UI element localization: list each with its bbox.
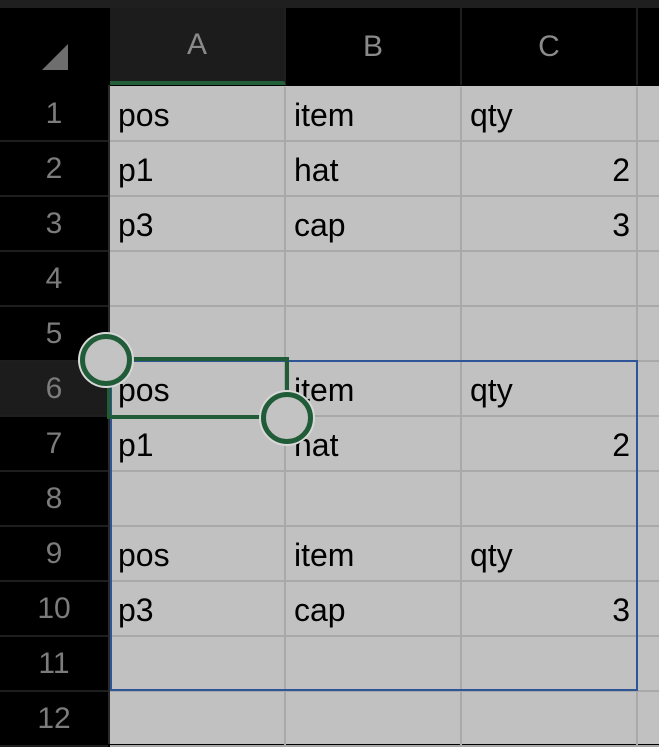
row-header-10[interactable]: 10: [0, 582, 108, 637]
cell-c7[interactable]: 2: [462, 417, 638, 472]
cell-b4[interactable]: [286, 252, 462, 307]
column-header-a[interactable]: A: [110, 8, 286, 85]
cell-c8[interactable]: [462, 472, 638, 527]
cell-grid[interactable]: pos item qty p1 hat 2 p3 cap 3 pos item qty p1 hat 2 po…: [110, 86, 659, 747]
cell-b8[interactable]: [286, 472, 462, 527]
row-header-11[interactable]: 11: [0, 637, 108, 692]
cell-b12[interactable]: [286, 692, 462, 747]
cell-c6[interactable]: qty: [462, 362, 638, 417]
cell-a10[interactable]: p3: [110, 582, 286, 637]
row-header-1[interactable]: 1: [0, 87, 108, 142]
row-header-9[interactable]: 9: [0, 527, 108, 582]
cell-c1[interactable]: qty: [462, 87, 638, 142]
column-header-c[interactable]: C: [462, 8, 638, 85]
cell-a1[interactable]: pos: [110, 87, 286, 142]
cell-b3[interactable]: cap: [286, 197, 462, 252]
row-header-3[interactable]: 3: [0, 197, 108, 252]
cell-b1[interactable]: item: [286, 87, 462, 142]
cell-a5[interactable]: [110, 307, 286, 362]
cell-b5[interactable]: [286, 307, 462, 362]
cell-d3[interactable]: [638, 197, 659, 252]
cell-d8[interactable]: [638, 472, 659, 527]
top-bar: [0, 0, 659, 8]
cell-a2[interactable]: p1: [110, 142, 286, 197]
cell-b6[interactable]: item: [286, 362, 462, 417]
cell-a9[interactable]: pos: [110, 527, 286, 582]
cell-a3[interactable]: p3: [110, 197, 286, 252]
cell-c12[interactable]: [462, 692, 638, 747]
cell-d6[interactable]: [638, 362, 659, 417]
cell-b2[interactable]: hat: [286, 142, 462, 197]
selection-handle-bottom-right[interactable]: [261, 392, 313, 444]
select-all-triangle-icon: [42, 44, 68, 70]
cell-d9[interactable]: [638, 527, 659, 582]
cell-a6[interactable]: pos: [110, 362, 286, 417]
cell-d2[interactable]: [638, 142, 659, 197]
cell-d7[interactable]: [638, 417, 659, 472]
select-all-button[interactable]: [0, 8, 108, 85]
cell-b9[interactable]: item: [286, 527, 462, 582]
cell-d4[interactable]: [638, 252, 659, 307]
cell-b7[interactable]: hat: [286, 417, 462, 472]
cell-a4[interactable]: [110, 252, 286, 307]
cell-c11[interactable]: [462, 637, 638, 692]
cell-c10[interactable]: 3: [462, 582, 638, 637]
row-header-7[interactable]: 7: [0, 417, 108, 472]
cell-c5[interactable]: [462, 307, 638, 362]
cell-d5[interactable]: [638, 307, 659, 362]
column-header-d[interactable]: [638, 8, 659, 85]
cell-d10[interactable]: [638, 582, 659, 637]
row-header-4[interactable]: 4: [0, 252, 108, 307]
cell-a8[interactable]: [110, 472, 286, 527]
cell-c9[interactable]: qty: [462, 527, 638, 582]
cell-c2[interactable]: 2: [462, 142, 638, 197]
row-header-2[interactable]: 2: [0, 142, 108, 197]
cell-a7[interactable]: p1: [110, 417, 286, 472]
cell-a12[interactable]: [110, 692, 286, 747]
cell-b10[interactable]: cap: [286, 582, 462, 637]
cell-c4[interactable]: [462, 252, 638, 307]
selection-handle-top-left[interactable]: [80, 334, 132, 386]
cell-a11[interactable]: [110, 637, 286, 692]
row-header-12[interactable]: 12: [0, 692, 108, 747]
column-header-b[interactable]: B: [286, 8, 462, 85]
cell-d11[interactable]: [638, 637, 659, 692]
cell-c3[interactable]: 3: [462, 197, 638, 252]
cell-b11[interactable]: [286, 637, 462, 692]
row-header-8[interactable]: 8: [0, 472, 108, 527]
cell-d1[interactable]: [638, 87, 659, 142]
cell-d12[interactable]: [638, 692, 659, 747]
